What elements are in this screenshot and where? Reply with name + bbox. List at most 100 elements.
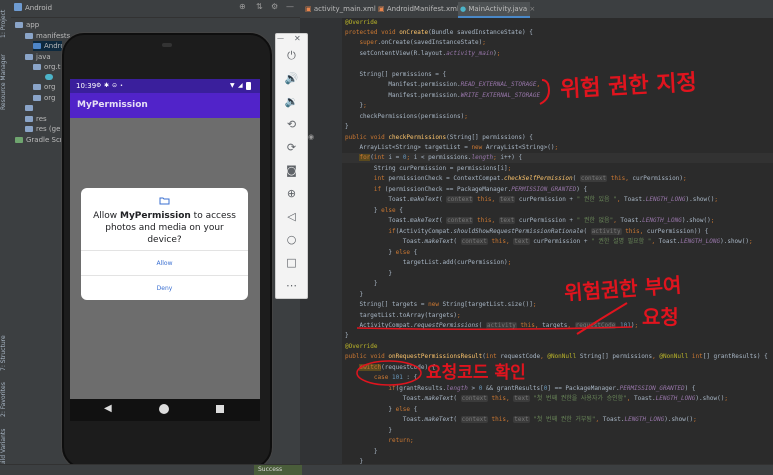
code-line: } else { bbox=[345, 207, 403, 214]
allow-button[interactable]: Allow bbox=[81, 250, 248, 276]
overview-icon[interactable]: □ bbox=[284, 255, 299, 270]
code-line: } bbox=[345, 280, 378, 287]
override-marker-icon[interactable]: ◉ bbox=[308, 133, 314, 141]
code-line: Toast.makeText( context this, text curPe… bbox=[345, 238, 753, 245]
minimize-icon[interactable]: — bbox=[277, 34, 284, 42]
code-line: targetList.add(curPermission); bbox=[345, 259, 512, 266]
code-line: Toast.makeText( context this, text curPe… bbox=[345, 196, 719, 203]
ide-status-bar: Success bbox=[0, 464, 773, 475]
folder-icon bbox=[25, 116, 33, 122]
code-line: } bbox=[345, 291, 364, 298]
project-view-dropdown[interactable]: Android bbox=[25, 2, 52, 14]
tree-item-package-2[interactable]: org bbox=[33, 82, 62, 92]
annotation-arrow bbox=[576, 302, 628, 335]
project-toolbar: Android ⊕ ⇅ ⚙ — bbox=[11, 0, 300, 18]
folder-icon bbox=[25, 105, 33, 111]
class-icon bbox=[45, 74, 53, 80]
annotation-specify-permissions: 위험 권한 지정 bbox=[559, 69, 698, 103]
folder-icon bbox=[25, 54, 33, 60]
settings-icon: ⚙ bbox=[96, 82, 102, 89]
manifest-file-icon bbox=[33, 43, 41, 49]
code-line: return; bbox=[388, 437, 414, 444]
code-line: Manifest.permission.READ_EXTERNAL_STORAG… bbox=[345, 81, 541, 88]
annotation-bracket bbox=[539, 79, 550, 105]
annotation-request: 요청 bbox=[642, 305, 679, 329]
notification-icon: ✱ bbox=[104, 82, 110, 89]
folder-icon bbox=[159, 197, 170, 205]
power-icon[interactable]: ⏻ bbox=[284, 48, 299, 63]
gear-icon[interactable]: ⚙ bbox=[271, 2, 278, 11]
android-view-icon bbox=[14, 3, 22, 11]
tree-item-java-generated[interactable] bbox=[25, 103, 62, 113]
rotate-right-icon[interactable]: ⟳ bbox=[284, 140, 299, 155]
rotate-left-icon[interactable]: ⟲ bbox=[284, 117, 299, 132]
zoom-icon[interactable]: ⊕ bbox=[284, 186, 299, 201]
earpiece bbox=[162, 43, 172, 47]
volume-down-icon[interactable]: 🔉 bbox=[284, 94, 299, 109]
dialog-message: Allow MyPermission to access photos and … bbox=[93, 211, 236, 245]
structure-tool-tab[interactable]: 7: Structure bbox=[0, 333, 11, 373]
favorites-tool-tab[interactable]: 2: Favorites bbox=[0, 380, 11, 420]
tree-item-package-1[interactable]: org.t bbox=[33, 62, 62, 72]
clock: 10:39 bbox=[76, 82, 97, 90]
back-icon[interactable]: ◀ bbox=[104, 403, 112, 414]
battery-icon bbox=[246, 82, 251, 90]
tree-item-java[interactable]: java bbox=[25, 52, 51, 62]
tree-item-gradle-scripts[interactable]: Gradle Scripts bbox=[15, 135, 62, 145]
code-line: }; bbox=[345, 102, 367, 109]
emulator-screen[interactable]: 10:39 ⚙ ✱ ⊝ • ▼ ◢ MyPermission Allow MyP… bbox=[70, 79, 260, 399]
code-line: String[] targets = new String[targetList… bbox=[345, 301, 537, 308]
code-line: } bbox=[345, 448, 378, 455]
annotation-underline bbox=[356, 326, 633, 331]
code-line: if(ActivityCompat.shouldShowRequestPermi… bbox=[388, 228, 709, 235]
app-title: MyPermission bbox=[77, 100, 148, 110]
back-icon[interactable]: ◁ bbox=[284, 209, 299, 224]
resource-manager-tool-tab[interactable]: Resource Manager bbox=[0, 52, 11, 112]
signal-icon: ◢ bbox=[238, 82, 243, 89]
code-line: public void checkPermissions(String[] pe… bbox=[345, 134, 533, 141]
folder-icon bbox=[25, 33, 33, 39]
collapse-icon[interactable]: ⇅ bbox=[256, 2, 263, 11]
android-nav-bar: ◀ bbox=[70, 399, 260, 421]
tab-activity-main-xml[interactable]: ▣ activity_main.xml × bbox=[303, 2, 384, 16]
code-line: int permissionCheck = ContextCompat.chec… bbox=[373, 175, 687, 182]
tab-android-manifest[interactable]: ▣ AndroidManifest.xml × bbox=[376, 2, 467, 16]
tree-item-main-class[interactable] bbox=[45, 72, 62, 82]
home-icon[interactable] bbox=[159, 404, 169, 414]
tree-item-res-generated[interactable]: res (generated) bbox=[25, 124, 62, 134]
annotation-check-request-code: 요청코드 확인 bbox=[426, 363, 526, 383]
close-icon[interactable]: ✕ bbox=[294, 34, 306, 45]
code-line: } else { bbox=[345, 406, 418, 413]
code-line: } bbox=[345, 427, 392, 434]
tree-item-android-manifest[interactable]: AndroidManifest.xml bbox=[33, 41, 62, 51]
folder-icon bbox=[15, 22, 23, 28]
code-line: Toast.makeText( context this, text "첫 번째… bbox=[345, 395, 728, 402]
code-editor[interactable]: @Override protected void onCreate(Bundle… bbox=[342, 18, 773, 474]
code-line: Toast.makeText( context this, text "첫 번째… bbox=[345, 416, 697, 423]
overview-icon[interactable] bbox=[216, 405, 224, 413]
project-tool-tab[interactable]: 1: Project bbox=[0, 4, 11, 44]
deny-button[interactable]: Deny bbox=[81, 275, 248, 301]
tree-item-app[interactable]: app bbox=[15, 20, 39, 30]
code-line: setContentView(R.layout.activity_main); bbox=[345, 50, 501, 57]
home-icon[interactable]: ○ bbox=[284, 232, 299, 247]
volume-up-icon[interactable]: 🔊 bbox=[284, 71, 299, 86]
tree-item-package-3[interactable]: org bbox=[33, 93, 62, 103]
globe-icon[interactable]: ⊕ bbox=[239, 2, 246, 11]
annotation-circle bbox=[356, 360, 422, 386]
hide-icon[interactable]: — bbox=[286, 2, 294, 11]
emulator-toolbar: ⏻ 🔊 🔉 ⟲ ⟳ ◙ ⊕ ◁ ○ □ ⋯ bbox=[275, 33, 308, 299]
permission-dialog: Allow MyPermission to access photos and … bbox=[81, 188, 248, 300]
more-icon[interactable]: ⋯ bbox=[284, 278, 299, 293]
dnd-icon: ⊝ bbox=[112, 82, 118, 89]
tree-item-manifests[interactable]: manifests bbox=[25, 31, 70, 41]
code-line: } bbox=[345, 270, 392, 277]
tree-item-res[interactable]: res bbox=[25, 114, 47, 124]
camera-icon[interactable]: ◙ bbox=[284, 163, 299, 178]
xml-file-icon: ▣ bbox=[378, 5, 387, 13]
code-line: if (permissionCheck == PackageManager.PE… bbox=[373, 186, 588, 193]
tab-main-activity-java[interactable]: ● MainActivity.java × bbox=[458, 2, 535, 18]
package-icon bbox=[33, 84, 41, 90]
code-line: Manifest.permission.WRITE_EXTERNAL_STORA… bbox=[345, 92, 541, 99]
folder-icon bbox=[25, 126, 33, 132]
